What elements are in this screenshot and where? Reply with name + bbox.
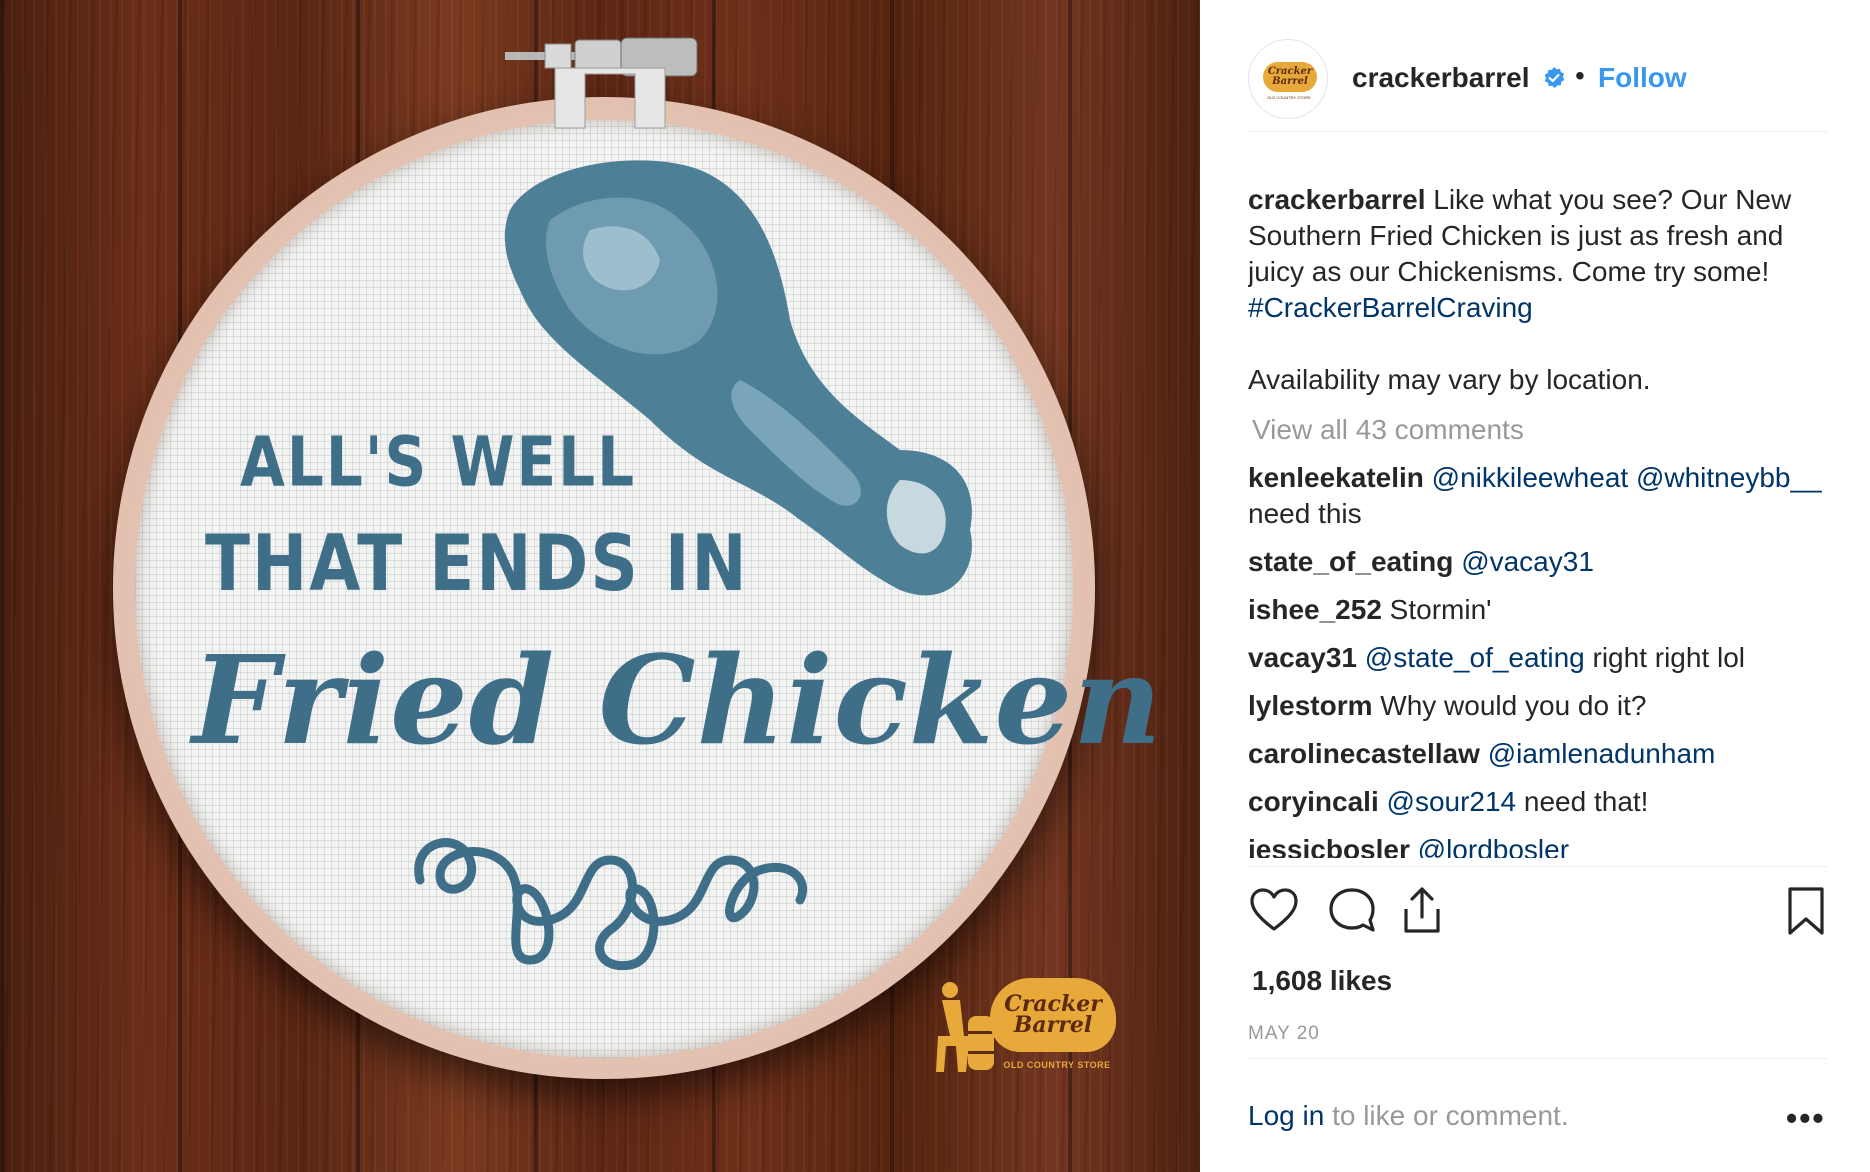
swirl-embroidery-icon [414,838,808,971]
comment-username[interactable]: coryincali [1248,786,1379,817]
likes-count[interactable]: 1,608 likes [1252,965,1392,997]
comment-username[interactable]: vacay31 [1248,642,1357,673]
list-item: state_of_eating @vacay31 [1248,544,1828,580]
footer-divider [1248,1058,1828,1059]
comment-username[interactable]: kenleekatelin [1248,462,1424,493]
post-image[interactable]: ALL'S WELL THAT ENDS IN Fried Chicken Cr… [0,0,1200,1172]
avatar-subtext: OLD COUNTRY STORE [1267,95,1311,100]
logo-subtext: OLD COUNTRY STORE [1003,1060,1111,1070]
follow-button[interactable]: Follow [1598,62,1687,94]
login-prompt: Log in to like or comment. [1248,1100,1569,1132]
comment-mention[interactable]: @sour214 [1387,786,1517,817]
comment-username[interactable]: ishee_252 [1248,594,1382,625]
login-prompt-text: to like or comment. [1332,1100,1569,1131]
embroidery-line-1: ALL'S WELL [240,421,637,503]
post-side-panel: Cracker Barrel OLD COUNTRY STORE cracker… [1200,0,1870,1172]
comment-text: need that! [1523,786,1649,817]
comment-username[interactable]: lylestorm [1248,690,1373,721]
view-all-comments-link[interactable]: View all 43 comments [1252,414,1828,446]
action-bar [1248,885,1828,945]
list-item: kenleekatelin @nikkileewheat @whitneybb_… [1248,460,1828,532]
caption: crackerbarrel Like what you see? Our New… [1248,182,1828,326]
header-divider [1248,131,1828,132]
post-date[interactable]: MAY 20 [1248,1023,1320,1045]
share-icon[interactable] [1396,885,1448,937]
comment-icon[interactable] [1326,885,1378,937]
list-item: jessicbosler @lordbosler [1248,832,1828,858]
more-options-button[interactable]: ••• [1786,1100,1826,1137]
list-item: vacay31 @state_of_eating right right lol [1248,640,1828,676]
list-item: lylestorm Why would you do it? [1248,688,1828,724]
caption-availability: Availability may vary by location. [1248,364,1651,395]
comment-mention[interactable]: @iamlenadunham [1488,738,1716,769]
verified-badge-icon [1544,67,1565,88]
hoop-screw-icon [505,37,698,129]
caption-hashtag[interactable]: #CrackerBarrelCraving [1248,292,1533,323]
embroidery-script: Fried Chicken [192,628,1163,772]
embroidery-line-2: THAT ENDS IN [205,518,749,609]
avatar[interactable]: Cracker Barrel OLD COUNTRY STORE [1248,39,1328,119]
comment-username[interactable]: jessicbosler [1248,834,1410,858]
actions-divider [1248,866,1828,867]
cracker-barrel-watermark: Cracker Barrel OLD COUNTRY STORE [930,972,1130,1082]
comment-mention[interactable]: @vacay31 [1461,546,1594,577]
comment-text: Stormin' [1389,594,1492,625]
comment-username[interactable]: state_of_eating [1248,546,1453,577]
comment-mention[interactable]: @lordbosler [1418,834,1569,858]
comment-mention[interactable]: @nikkileewheat [1432,462,1629,493]
list-item: coryincali @sour214 need that! [1248,784,1828,820]
bookmark-icon[interactable] [1780,885,1832,937]
login-link[interactable]: Log in [1248,1100,1324,1131]
comment-text: right right lol [1592,642,1746,673]
comment-text: Why would you do it? [1380,690,1647,721]
header-username[interactable]: crackerbarrel [1352,62,1529,94]
comments-list[interactable]: crackerbarrel Like what you see? Our New… [1248,182,1828,858]
comment-mention[interactable]: @whitneybb__ [1636,462,1822,493]
logo-mark: Cracker Barrel [990,978,1116,1052]
comment-mention[interactable]: @state_of_eating [1365,642,1585,673]
heart-icon[interactable] [1248,885,1300,937]
avatar-logo: Cracker Barrel [1263,62,1317,92]
instagram-post: ALL'S WELL THAT ENDS IN Fried Chicken Cr… [0,0,1870,1172]
list-item: ishee_252 Stormin' [1248,592,1828,628]
list-item: carolinecastellaw @iamlenadunham [1248,736,1828,772]
comment-username[interactable]: carolinecastellaw [1248,738,1480,769]
caption-username[interactable]: crackerbarrel [1248,184,1425,215]
comment-text: need this [1248,498,1362,529]
header-separator: • [1575,60,1585,91]
